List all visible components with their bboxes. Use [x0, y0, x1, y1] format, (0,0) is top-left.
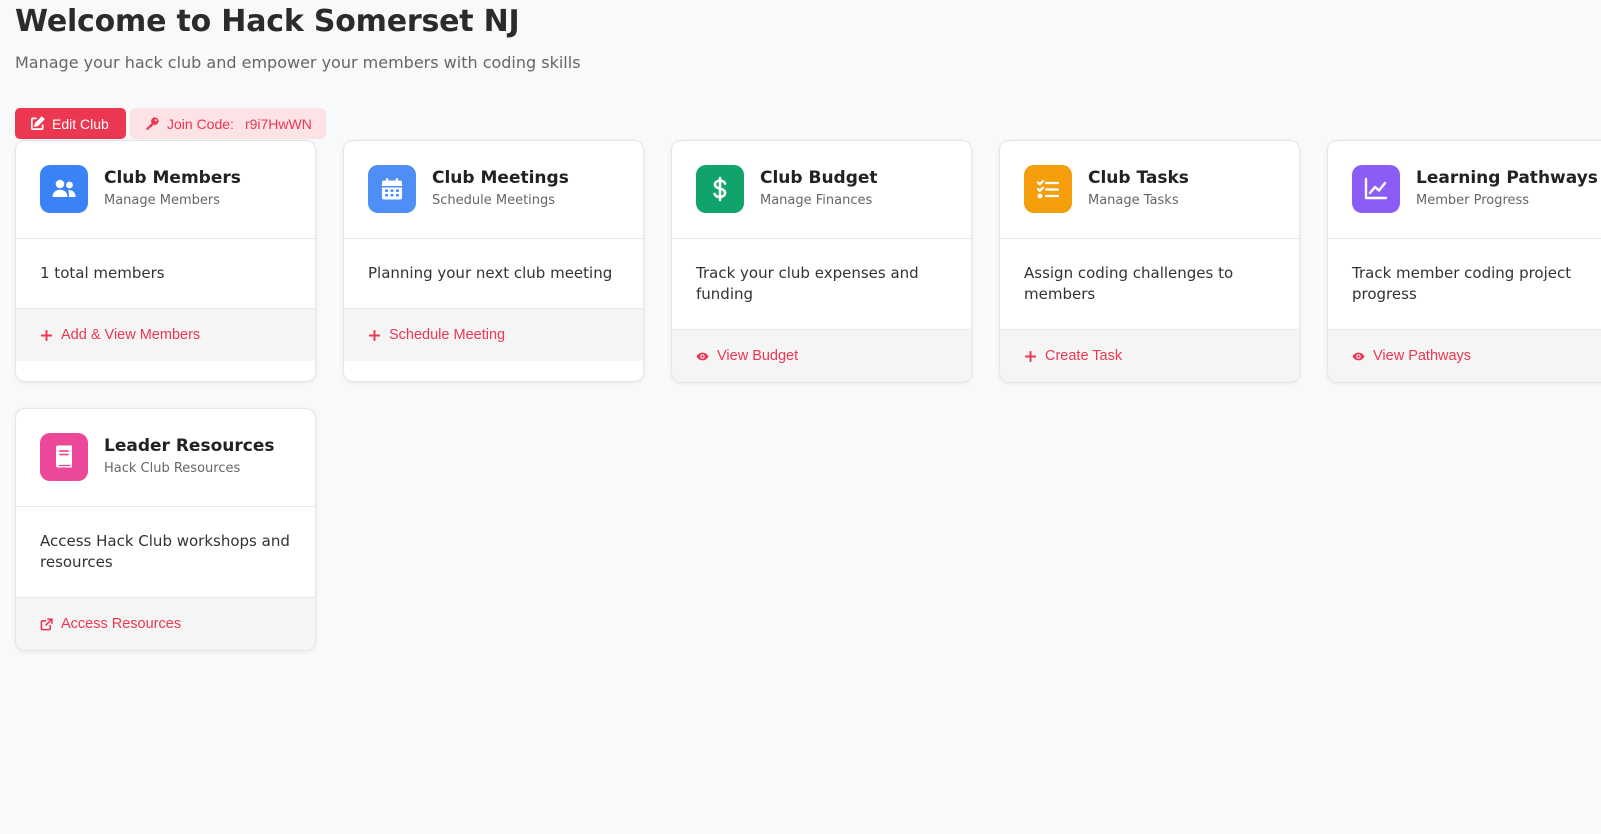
card-action-label: Access Resources — [61, 616, 182, 632]
card-club-members: Club Members Manage Members 1 total memb… — [15, 140, 316, 382]
card-title: Club Budget — [760, 168, 878, 188]
card-title: Club Tasks — [1088, 168, 1189, 188]
join-code-button[interactable]: Join Code: r9i7HwWN — [130, 108, 326, 139]
plus-icon — [1024, 350, 1037, 363]
book-icon — [40, 433, 88, 481]
card-club-tasks: Club Tasks Manage Tasks Assign coding ch… — [999, 140, 1300, 383]
eye-icon — [1352, 350, 1365, 363]
card-subtitle: Manage Tasks — [1088, 193, 1179, 208]
add-view-members-button[interactable]: Add & View Members — [16, 309, 315, 361]
edit-icon — [30, 116, 45, 131]
schedule-meeting-button[interactable]: Schedule Meeting — [344, 309, 643, 361]
card-description: Planning your next club meeting — [344, 239, 643, 309]
card-description: Access Hack Club workshops and resources — [16, 507, 315, 598]
card-action-label: Schedule Meeting — [389, 327, 506, 343]
card-action-label: Create Task — [1045, 348, 1123, 364]
card-title: Club Members — [104, 168, 241, 188]
card-action-label: Add & View Members — [61, 327, 201, 343]
card-action-label: View Pathways — [1373, 348, 1472, 364]
chart-line-icon — [1352, 165, 1400, 213]
eye-icon — [696, 350, 709, 363]
page-title: Welcome to Hack Somerset NJ — [15, 4, 520, 39]
access-resources-button[interactable]: Access Resources — [16, 598, 315, 650]
card-title: Leader Resources — [104, 436, 275, 456]
card-subtitle: Manage Finances — [760, 193, 873, 208]
join-code-label: Join Code: — [167, 115, 234, 132]
plus-icon — [40, 329, 53, 342]
key-icon — [145, 116, 160, 131]
view-pathways-button[interactable]: View Pathways — [1328, 330, 1601, 382]
external-link-icon — [40, 617, 53, 631]
edit-club-label: Edit Club — [52, 115, 109, 132]
card-subtitle: Manage Members — [104, 193, 221, 208]
view-budget-button[interactable]: View Budget — [672, 330, 971, 382]
create-task-button[interactable]: Create Task — [1000, 330, 1299, 382]
card-club-budget: Club Budget Manage Finances Track your c… — [671, 140, 972, 383]
card-description: 1 total members — [16, 239, 315, 309]
card-subtitle: Schedule Meetings — [432, 193, 556, 208]
card-title: Learning Pathways — [1416, 168, 1598, 188]
card-subtitle: Member Progress — [1416, 193, 1530, 208]
card-title: Club Meetings — [432, 168, 569, 188]
card-description: Assign coding challenges to members — [1000, 239, 1299, 330]
edit-club-button[interactable]: Edit Club — [15, 108, 126, 139]
card-learning-pathways: Learning Pathways Member Progress Track … — [1327, 140, 1601, 383]
card-subtitle: Hack Club Resources — [104, 461, 241, 476]
dollar-icon — [696, 165, 744, 213]
page-subtitle: Manage your hack club and empower your m… — [15, 53, 581, 72]
join-code-value: r9i7HwWN — [244, 115, 312, 132]
task-list-icon — [1024, 165, 1072, 213]
card-leader-resources: Leader Resources Hack Club Resources Acc… — [15, 408, 316, 651]
users-icon — [40, 165, 88, 213]
plus-icon — [368, 329, 381, 342]
card-club-meetings: Club Meetings Schedule Meetings Planning… — [343, 140, 644, 382]
card-description: Track your club expenses and funding — [672, 239, 971, 330]
calendar-icon — [368, 165, 416, 213]
card-action-label: View Budget — [717, 348, 799, 364]
card-description: Track member coding project progress — [1328, 239, 1601, 330]
